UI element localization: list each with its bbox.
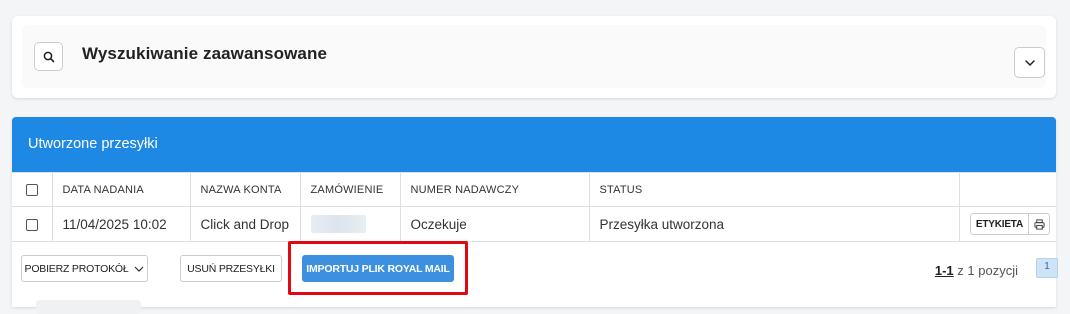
chevron-down-icon bbox=[1024, 59, 1035, 66]
row-checkbox[interactable] bbox=[25, 218, 38, 231]
label-button[interactable]: ETYKIETA bbox=[971, 214, 1029, 234]
pagination-summary: 1-1 z 1 pozycji bbox=[935, 263, 1018, 278]
column-header-date[interactable]: DATA NADANIA bbox=[51, 172, 191, 207]
column-header-tracking[interactable]: NUMER NADAWCZY bbox=[399, 172, 590, 207]
row-select-cell[interactable] bbox=[12, 206, 53, 242]
chevron-down-icon bbox=[135, 266, 144, 272]
pagination-range[interactable]: 1-1 bbox=[935, 263, 954, 278]
select-all-checkbox[interactable] bbox=[25, 183, 38, 196]
download-protocol-button[interactable]: POBIERZ PROTOKÓŁ bbox=[21, 255, 148, 282]
cell-account: Click and Drop bbox=[189, 206, 301, 242]
page-button[interactable]: 1 bbox=[1036, 258, 1058, 278]
shipments-table: DATA NADANIA NAZWA KONTA ZAMÓWIENIE NUME… bbox=[12, 172, 1056, 242]
shipments-header: Utworzone przesyłki bbox=[12, 117, 1056, 172]
select-all-cell[interactable] bbox=[12, 172, 53, 207]
label-button-group: ETYKIETA bbox=[969, 213, 1050, 235]
download-protocol-label: POBIERZ PROTOKÓŁ bbox=[24, 262, 129, 275]
delete-shipments-button[interactable]: USUŃ PRZESYŁKI bbox=[180, 255, 282, 282]
created-shipments-panel: Utworzone przesyłki DATA NADANIA NAZWA K… bbox=[12, 117, 1056, 307]
search-icon bbox=[43, 51, 54, 62]
advanced-search-bar[interactable]: Wyszukiwanie zaawansowane bbox=[22, 25, 1046, 88]
search-button[interactable] bbox=[34, 42, 63, 71]
cell-date: 11/04/2025 10:02 bbox=[51, 206, 191, 242]
expand-search-button[interactable] bbox=[1014, 47, 1045, 78]
cell-status: Przesyłka utworzona bbox=[588, 206, 960, 242]
print-button[interactable] bbox=[1029, 214, 1049, 234]
advanced-search-title: Wyszukiwanie zaawansowane bbox=[82, 44, 327, 63]
cell-order bbox=[299, 206, 401, 242]
column-header-order[interactable]: ZAMÓWIENIE bbox=[299, 172, 401, 207]
cell-tracking: Oczekuje bbox=[399, 206, 590, 242]
pagination-total: z 1 pozycji bbox=[957, 263, 1018, 278]
order-number-redacted bbox=[310, 215, 366, 233]
highlight-annotation bbox=[288, 241, 468, 295]
column-header-status[interactable]: STATUS bbox=[588, 172, 960, 207]
cell-actions: ETYKIETA bbox=[958, 206, 1056, 242]
column-header-actions bbox=[958, 172, 1056, 207]
table-header-row: DATA NADANIA NAZWA KONTA ZAMÓWIENIE NUME… bbox=[12, 172, 1056, 207]
printer-icon bbox=[1033, 218, 1045, 230]
partial-element bbox=[36, 300, 141, 314]
advanced-search-card: Wyszukiwanie zaawansowane bbox=[12, 16, 1056, 98]
table-row: 11/04/2025 10:02 Click and Drop Oczekuje… bbox=[12, 206, 1056, 242]
column-header-account[interactable]: NAZWA KONTA bbox=[189, 172, 301, 207]
